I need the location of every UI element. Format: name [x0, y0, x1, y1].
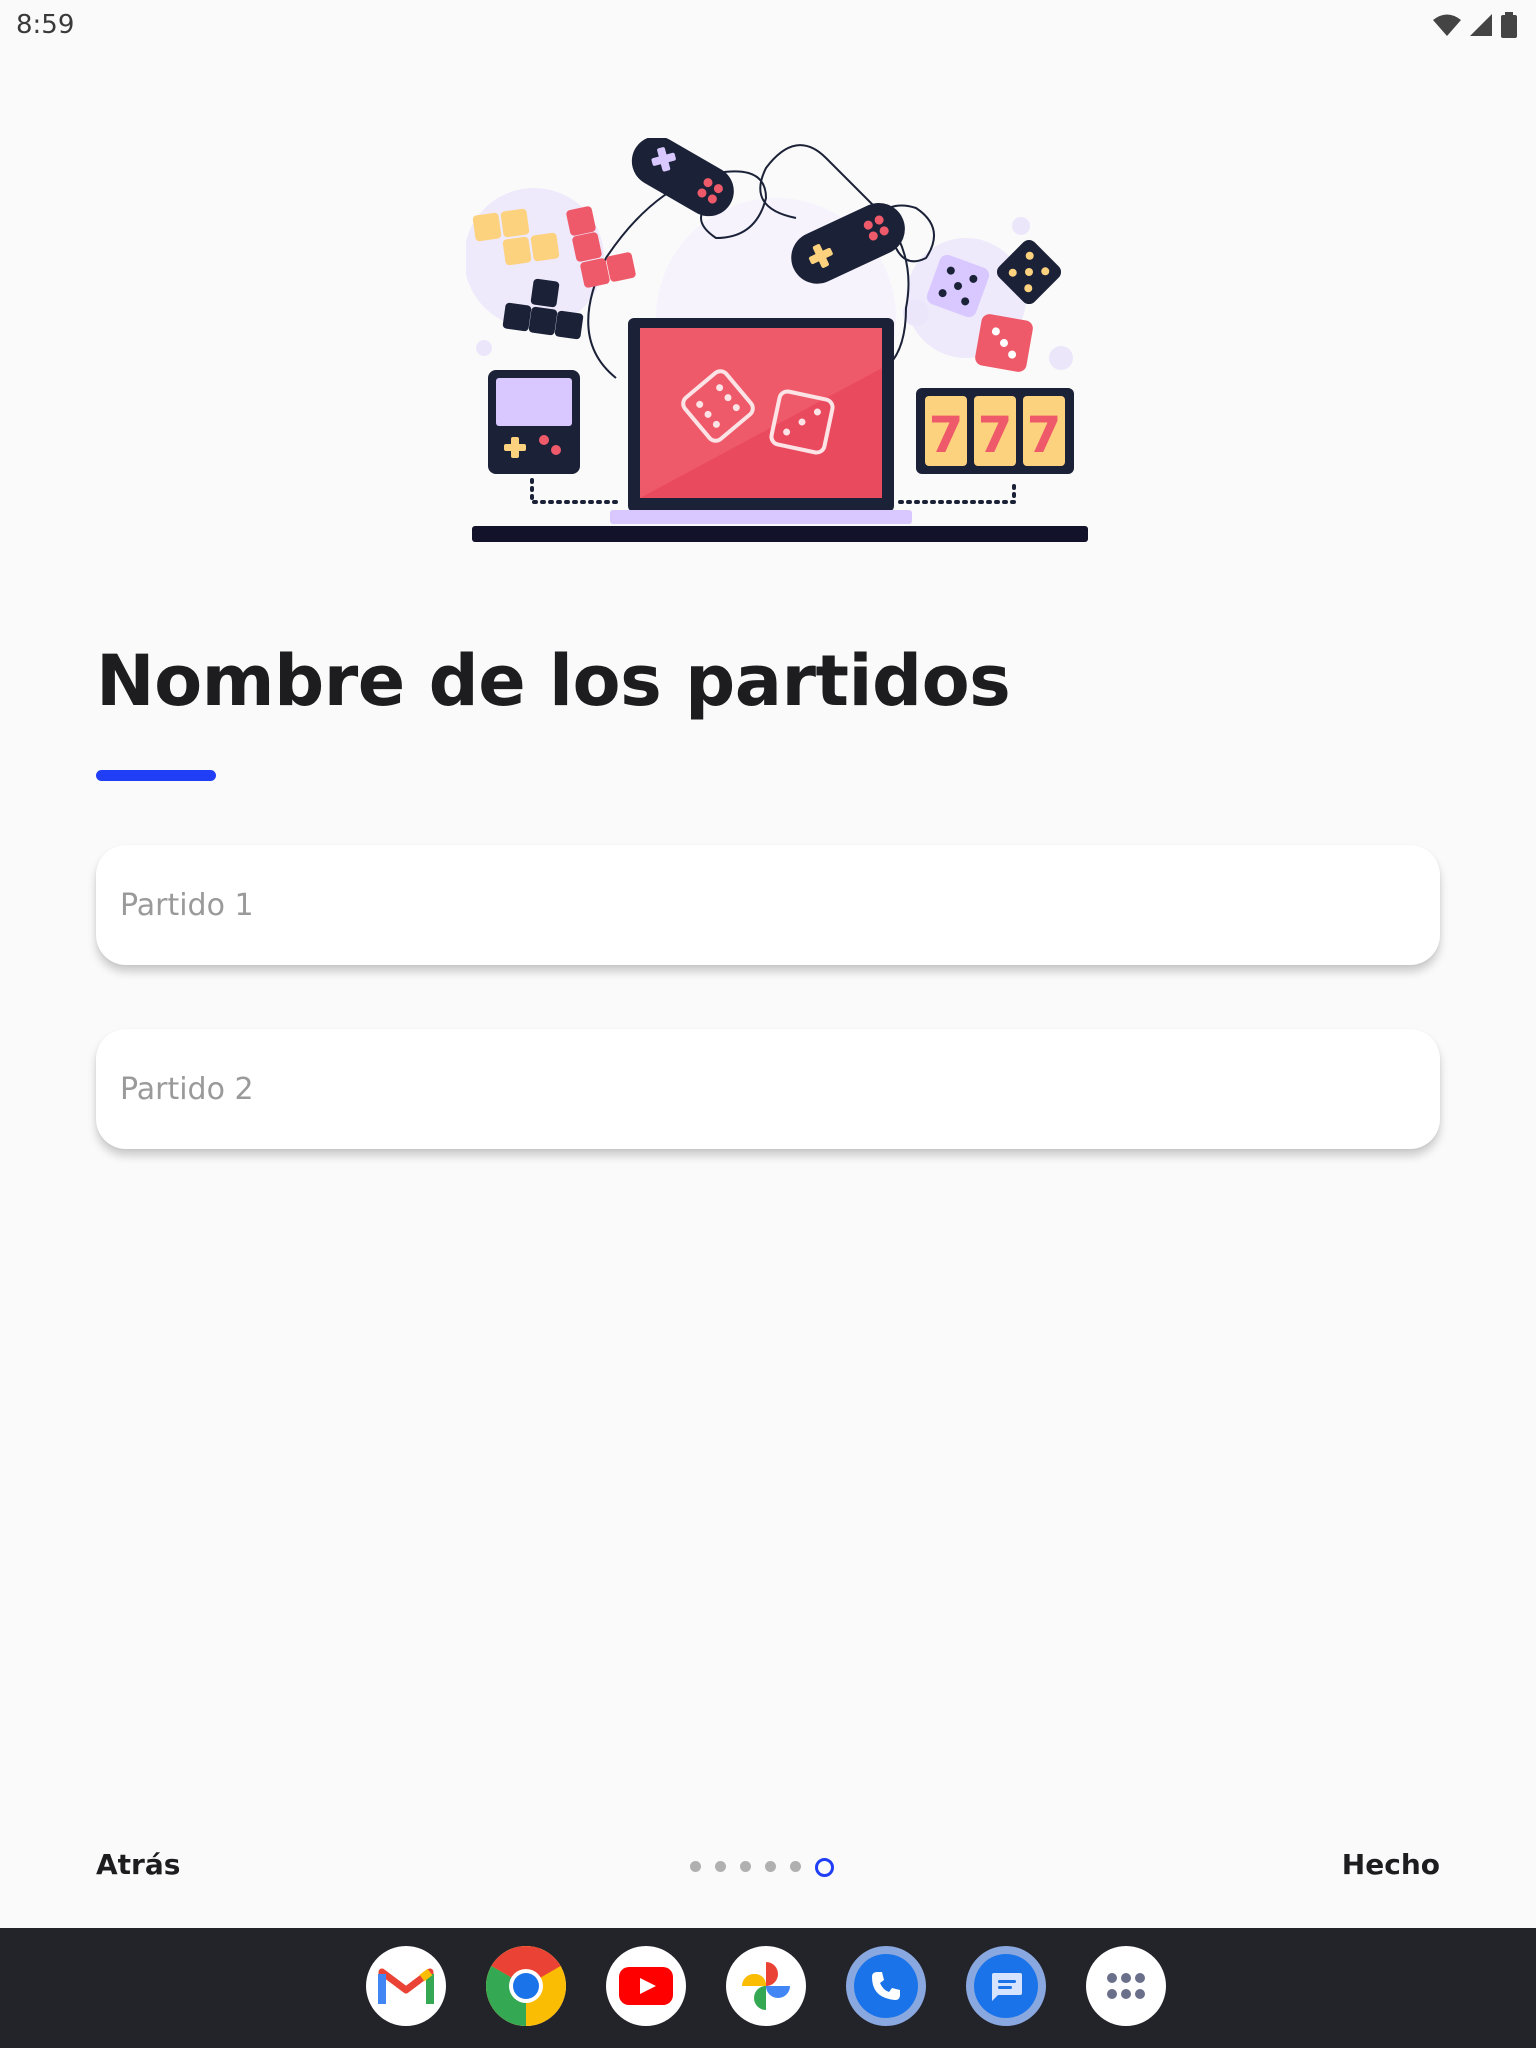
chrome-icon: [486, 1946, 566, 2026]
cell-signal-icon: [1470, 14, 1492, 36]
match-2-field: [96, 1029, 1440, 1149]
photos-app[interactable]: [726, 1946, 806, 2026]
page-dot-active: [815, 1858, 834, 1877]
page-dot: [715, 1861, 726, 1872]
done-button[interactable]: Hecho: [1342, 1848, 1440, 1881]
page-dot: [765, 1861, 776, 1872]
status-time: 8:59: [16, 10, 75, 40]
youtube-icon: [619, 1967, 673, 2005]
slot-digit-1: 7: [929, 406, 964, 464]
app-drawer-icon: [1107, 1973, 1145, 1999]
status-bar: 8:59: [0, 0, 1536, 50]
title-underline: [96, 770, 216, 781]
photos-icon: [742, 1962, 790, 2010]
slot-digit-2: 7: [978, 406, 1013, 464]
phone-icon: [872, 1972, 900, 2000]
gmail-icon: [378, 1968, 434, 2004]
page-dot: [740, 1861, 751, 1872]
match-2-input[interactable]: [96, 1029, 1440, 1149]
gmail-app[interactable]: [366, 1946, 446, 2026]
wifi-icon: [1433, 14, 1461, 36]
match-1-field: [96, 845, 1440, 965]
slot-digit-3: 7: [1027, 406, 1062, 464]
messages-icon: [992, 1973, 1022, 2001]
app-dock: [0, 1928, 1536, 2048]
status-icons: [1432, 12, 1518, 38]
page-dot: [790, 1861, 801, 1872]
page-title: Nombre de los partidos: [96, 640, 1011, 722]
page-dot: [690, 1861, 701, 1872]
app-drawer[interactable]: [1086, 1946, 1166, 2026]
page-indicator: [690, 1856, 834, 1877]
back-button[interactable]: Atrás: [96, 1848, 180, 1881]
messages-app-circle: [974, 1954, 1038, 2018]
dock-apps: [366, 1946, 1166, 2026]
messages-app[interactable]: [966, 1946, 1046, 2026]
match-1-input[interactable]: [96, 845, 1440, 965]
games-illustration: 7 7 7: [464, 136, 1088, 542]
battery-icon: [1501, 12, 1517, 38]
youtube-app[interactable]: [606, 1946, 686, 2026]
phone-app-circle: [854, 1954, 918, 2018]
phone-app[interactable]: [846, 1946, 926, 2026]
hero-illustration: 7 7 7: [464, 136, 1096, 548]
chrome-app[interactable]: [486, 1946, 566, 2026]
